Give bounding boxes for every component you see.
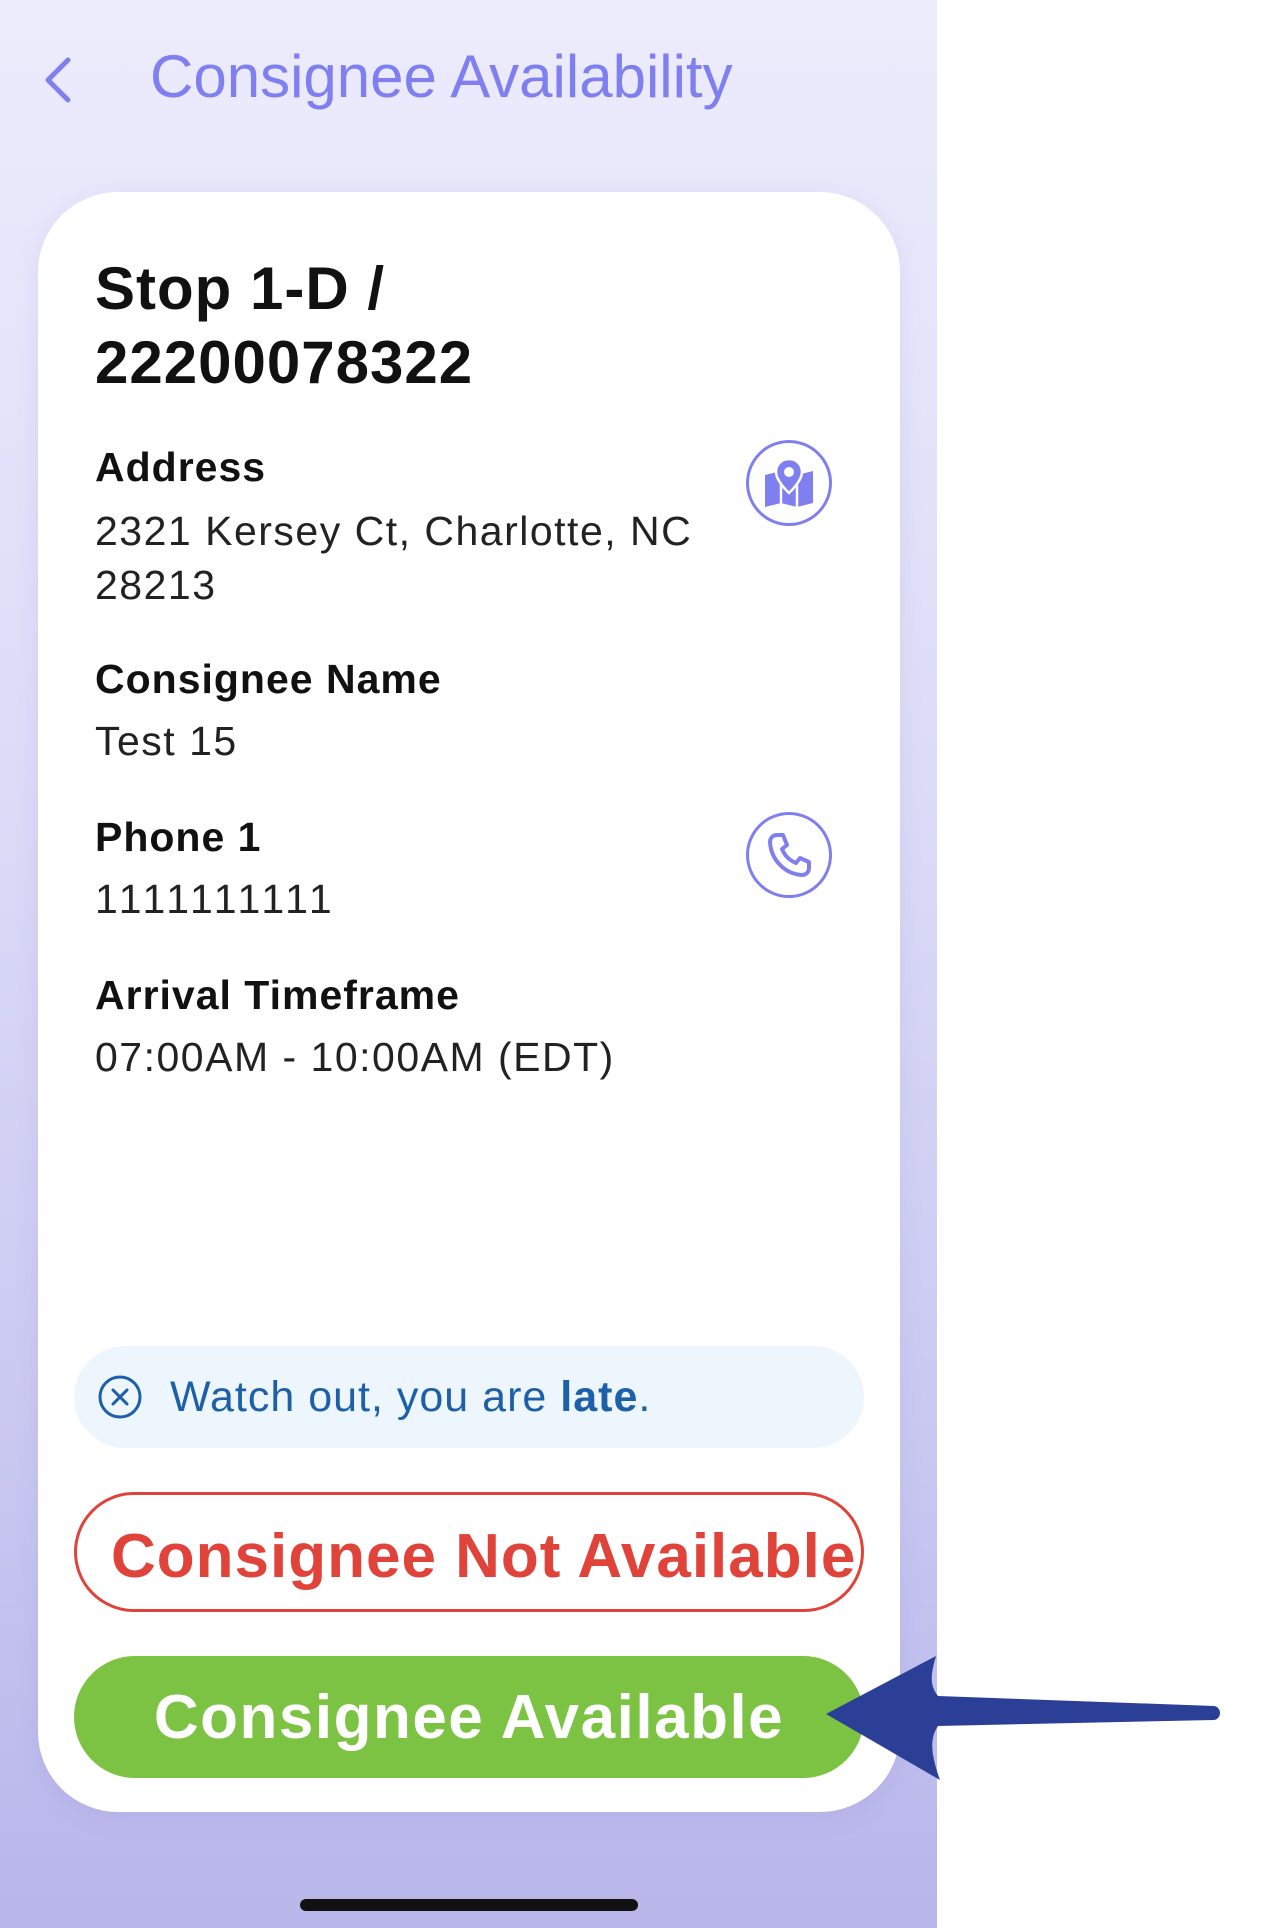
map-pin-icon [765,457,813,507]
consignee-available-label: Consignee Available [153,1682,785,1752]
phone-label: Phone 1 [95,814,262,860]
consignee-not-available-button[interactable]: Consignee Not Available [74,1492,864,1612]
address-value: 2321 Kersey Ct, Charlotte, NC 28213 [95,508,693,608]
page-title: Consignee Availability [150,43,733,110]
back-button[interactable] [30,48,86,112]
late-warning-emphasis: late [560,1372,639,1421]
chevron-left-icon [45,57,71,103]
stop-details-card: Stop 1-D / 22200078322 Address 2321 Kers… [38,192,900,1812]
late-warning-banner: Watch out, you are late. [74,1346,864,1448]
consignee-not-available-label: Consignee Not Available [111,1522,857,1591]
open-map-button[interactable] [746,440,832,526]
top-bar: Consignee Availability [0,0,937,170]
address-label: Address [95,444,267,490]
late-warning-prefix: Watch out, you are [170,1372,561,1421]
stop-title: Stop 1-D / 22200078322 [95,255,474,396]
arrival-timeframe-value: 07:00AM - 10:00AM (EDT) [95,1034,615,1080]
consignee-available-button[interactable]: Consignee Available [74,1656,864,1778]
phone-screen: Consignee Availability Stop 1-D / 222000… [0,0,937,1928]
phone-value: 1111111111 [95,876,336,922]
phone-icon [768,833,811,877]
home-indicator[interactable] [300,1899,638,1911]
late-warning-text: Watch out, you are late. [170,1373,651,1422]
consignee-name-value: Test 15 [95,718,238,764]
late-warning-suffix: . [638,1372,652,1421]
arrow-left-icon [826,1656,1220,1780]
close-circle-icon [96,1373,144,1421]
arrival-timeframe-label: Arrival Timeframe [95,972,460,1018]
call-button[interactable] [746,812,832,898]
consignee-name-label: Consignee Name [95,656,442,702]
